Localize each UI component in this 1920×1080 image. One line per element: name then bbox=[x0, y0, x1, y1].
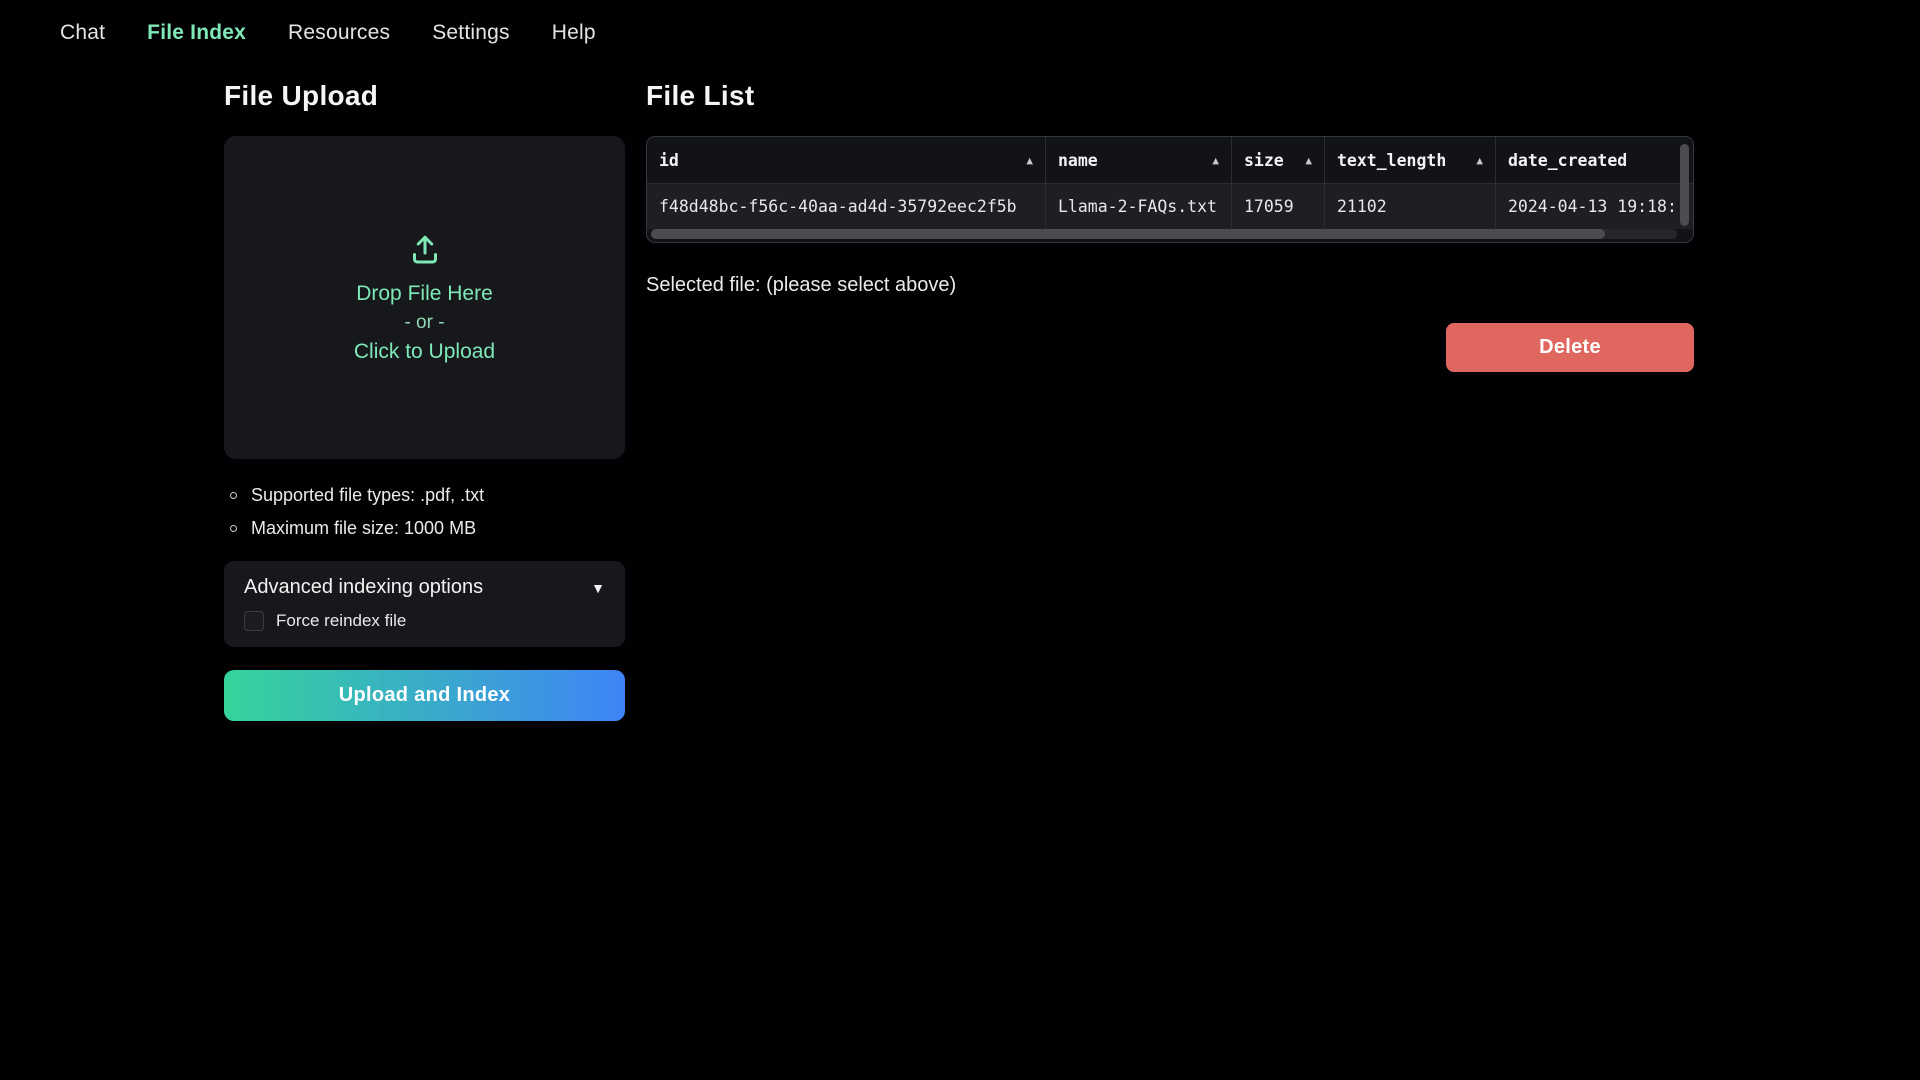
column-header-name[interactable]: name ▲ bbox=[1046, 137, 1232, 183]
column-label: text_length bbox=[1337, 151, 1446, 170]
force-reindex-checkbox[interactable] bbox=[244, 611, 264, 631]
upload-notes: Supported file types: .pdf, .txt Maximum… bbox=[230, 479, 625, 545]
vertical-scrollbar-thumb[interactable] bbox=[1680, 144, 1689, 226]
column-label: size bbox=[1244, 151, 1284, 170]
delete-button[interactable]: Delete bbox=[1446, 323, 1694, 372]
column-header-date-created[interactable]: date_created bbox=[1496, 137, 1693, 183]
column-label: date_created bbox=[1508, 151, 1627, 170]
advanced-options-accordion: Advanced indexing options ▼ Force reinde… bbox=[224, 561, 625, 647]
file-list-panel: File List id ▲ name ▲ size ▲ text_length… bbox=[646, 66, 1694, 372]
cell-id[interactable]: f48d48bc-f56c-40aa-ad4d-35792eec2f5b bbox=[647, 184, 1046, 229]
sort-arrow-icon[interactable]: ▲ bbox=[1305, 154, 1312, 167]
note-supported-types-text: Supported file types: .pdf, .txt bbox=[251, 479, 484, 512]
file-list-title: File List bbox=[646, 80, 1694, 112]
column-header-size[interactable]: size ▲ bbox=[1232, 137, 1325, 183]
sort-arrow-icon[interactable]: ▲ bbox=[1212, 154, 1219, 167]
sort-arrow-icon[interactable]: ▲ bbox=[1026, 154, 1033, 167]
dropzone-drop-label: Drop File Here bbox=[356, 282, 493, 306]
note-supported-types: Supported file types: .pdf, .txt bbox=[230, 479, 625, 512]
file-table-header: id ▲ name ▲ size ▲ text_length ▲ date_cr… bbox=[647, 137, 1693, 183]
sort-arrow-icon[interactable]: ▲ bbox=[1476, 154, 1483, 167]
advanced-options-header[interactable]: Advanced indexing options ▼ bbox=[244, 576, 605, 599]
chevron-down-icon[interactable]: ▼ bbox=[591, 580, 605, 596]
bullet-icon bbox=[230, 525, 237, 532]
tab-settings[interactable]: Settings bbox=[432, 21, 509, 45]
tab-file-index[interactable]: File Index bbox=[147, 21, 246, 45]
note-max-size: Maximum file size: 1000 MB bbox=[230, 512, 625, 545]
tab-help[interactable]: Help bbox=[552, 21, 596, 45]
tab-chat[interactable]: Chat bbox=[60, 21, 105, 45]
horizontal-scrollbar-thumb[interactable] bbox=[651, 229, 1605, 239]
cell-date-created[interactable]: 2024-04-13 19:18: bbox=[1496, 184, 1693, 229]
advanced-options-title: Advanced indexing options bbox=[244, 576, 483, 599]
table-row[interactable]: f48d48bc-f56c-40aa-ad4d-35792eec2f5b Lla… bbox=[647, 183, 1693, 229]
bullet-icon bbox=[230, 492, 237, 499]
column-header-id[interactable]: id ▲ bbox=[647, 137, 1046, 183]
column-label: name bbox=[1058, 151, 1098, 170]
file-dropzone[interactable]: Drop File Here - or - Click to Upload bbox=[224, 136, 625, 459]
top-nav: Chat File Index Resources Settings Help bbox=[0, 0, 1920, 66]
cell-name[interactable]: Llama-2-FAQs.txt bbox=[1046, 184, 1232, 229]
horizontal-scrollbar-track[interactable] bbox=[651, 229, 1677, 239]
column-header-text-length[interactable]: text_length ▲ bbox=[1325, 137, 1496, 183]
selected-file-status: Selected file: (please select above) bbox=[646, 274, 1694, 297]
dropzone-click-label[interactable]: Click to Upload bbox=[354, 340, 495, 364]
file-upload-panel: File Upload Drop File Here - or - Click … bbox=[224, 66, 625, 721]
dropzone-or-label: - or - bbox=[404, 312, 444, 334]
upload-icon bbox=[407, 232, 443, 268]
cell-text-length[interactable]: 21102 bbox=[1325, 184, 1496, 229]
file-table: id ▲ name ▲ size ▲ text_length ▲ date_cr… bbox=[646, 136, 1694, 243]
cell-size[interactable]: 17059 bbox=[1232, 184, 1325, 229]
force-reindex-label: Force reindex file bbox=[276, 611, 406, 631]
column-label: id bbox=[659, 151, 679, 170]
tab-resources[interactable]: Resources bbox=[288, 21, 390, 45]
upload-and-index-button[interactable]: Upload and Index bbox=[224, 670, 625, 721]
note-max-size-text: Maximum file size: 1000 MB bbox=[251, 512, 476, 545]
file-upload-title: File Upload bbox=[224, 80, 625, 112]
force-reindex-row[interactable]: Force reindex file bbox=[244, 611, 605, 631]
